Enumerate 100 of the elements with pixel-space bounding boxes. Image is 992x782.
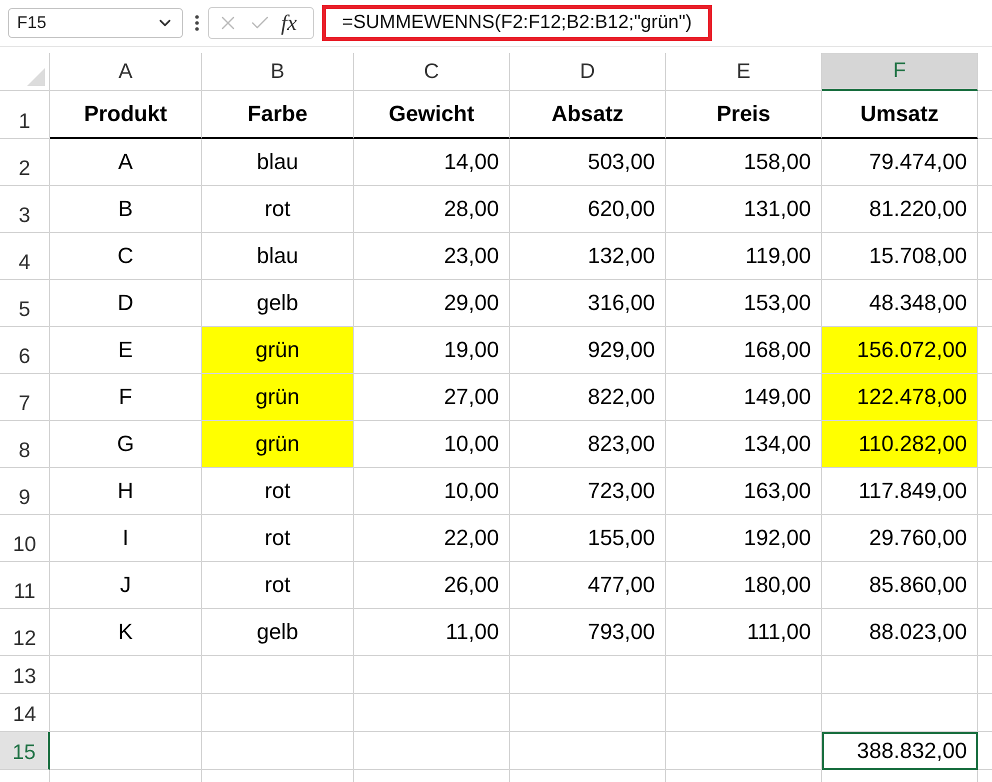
table-cell: 10,00	[354, 421, 510, 468]
table-cell: K	[50, 609, 202, 656]
table-cell: 10,00	[354, 468, 510, 515]
table-cell: 168,00	[666, 327, 822, 374]
table-cell: 153,00	[666, 280, 822, 327]
table-cell: 29,00	[354, 280, 510, 327]
table-cell: 723,00	[510, 468, 666, 515]
row-header[interactable]: 15	[0, 732, 50, 770]
table-cell: 79.474,00	[822, 139, 978, 186]
table-cell: 119,00	[666, 233, 822, 280]
row-header[interactable]: 2	[0, 139, 50, 186]
table-cell: 620,00	[510, 186, 666, 233]
table-cell: 163,00	[666, 468, 822, 515]
table-cell: I	[50, 515, 202, 562]
table-cell: 23,00	[354, 233, 510, 280]
table-cell: B	[50, 186, 202, 233]
column-title-cell: Absatz	[510, 91, 666, 139]
row-header[interactable]: 7	[0, 374, 50, 421]
table-cell: F	[50, 374, 202, 421]
column-title-cell: Preis	[666, 91, 822, 139]
table-cell: 15.708,00	[822, 233, 978, 280]
table-cell: 132,00	[510, 233, 666, 280]
table-cell: 81.220,00	[822, 186, 978, 233]
column-header[interactable]: F	[822, 53, 978, 91]
table-cell: 110.282,00	[822, 421, 978, 468]
table-cell: 503,00	[510, 139, 666, 186]
column-title-cell: Umsatz	[822, 91, 978, 139]
table-cell: blau	[202, 139, 354, 186]
table-cell: rot	[202, 515, 354, 562]
table-cell: rot	[202, 186, 354, 233]
row-header[interactable]: 1	[0, 91, 50, 139]
table-cell: 27,00	[354, 374, 510, 421]
table-cell: gelb	[202, 609, 354, 656]
table-cell: 192,00	[666, 515, 822, 562]
table-cell: blau	[202, 233, 354, 280]
row-header[interactable]: 13	[0, 656, 50, 694]
more-icon[interactable]	[195, 14, 199, 32]
table-cell: 19,00	[354, 327, 510, 374]
table-cell: 14,00	[354, 139, 510, 186]
formula-field[interactable]: =SUMMEWENNS(F2:F12;B2:B12;"grün")	[322, 5, 712, 41]
row-header[interactable]: 14	[0, 694, 50, 732]
table-cell: grün	[202, 421, 354, 468]
table-cell: E	[50, 327, 202, 374]
table-cell: J	[50, 562, 202, 609]
column-header[interactable]: A	[50, 53, 202, 91]
column-title-cell: Farbe	[202, 91, 354, 139]
table-cell: A	[50, 139, 202, 186]
row-header[interactable]: 5	[0, 280, 50, 327]
table-cell: 11,00	[354, 609, 510, 656]
column-header[interactable]: C	[354, 53, 510, 91]
table-cell: 149,00	[666, 374, 822, 421]
table-cell: 477,00	[510, 562, 666, 609]
table-cell: 158,00	[666, 139, 822, 186]
table-cell: 29.760,00	[822, 515, 978, 562]
row-header[interactable]: 4	[0, 233, 50, 280]
table-cell: 134,00	[666, 421, 822, 468]
table-cell: 155,00	[510, 515, 666, 562]
column-header[interactable]: B	[202, 53, 354, 91]
table-cell: 111,00	[666, 609, 822, 656]
insert-function-button[interactable]: fx	[281, 10, 297, 36]
table-cell: H	[50, 468, 202, 515]
row-header[interactable]: 12	[0, 609, 50, 656]
row-header[interactable]: 10	[0, 515, 50, 562]
row-header[interactable]: 9	[0, 468, 50, 515]
table-cell: 156.072,00	[822, 327, 978, 374]
table-cell: grün	[202, 327, 354, 374]
table-cell: rot	[202, 468, 354, 515]
row-header[interactable]: 3	[0, 186, 50, 233]
table-cell: 88.023,00	[822, 609, 978, 656]
table-cell: 26,00	[354, 562, 510, 609]
table-cell: 48.348,00	[822, 280, 978, 327]
table-cell: 85.860,00	[822, 562, 978, 609]
table-cell: 180,00	[666, 562, 822, 609]
table-cell: 388.832,00	[822, 732, 978, 770]
table-cell: 28,00	[354, 186, 510, 233]
table-cell: 117.849,00	[822, 468, 978, 515]
table-cell: 131,00	[666, 186, 822, 233]
table-cell: 316,00	[510, 280, 666, 327]
table-cell: grün	[202, 374, 354, 421]
table-cell: 823,00	[510, 421, 666, 468]
table-cell: 793,00	[510, 609, 666, 656]
column-header[interactable]: D	[510, 53, 666, 91]
table-cell: rot	[202, 562, 354, 609]
row-header[interactable]: 6	[0, 327, 50, 374]
name-box[interactable]: F15	[8, 8, 183, 38]
table-cell: gelb	[202, 280, 354, 327]
row-header[interactable]: 8	[0, 421, 50, 468]
table-cell: 122.478,00	[822, 374, 978, 421]
column-header[interactable]: E	[666, 53, 822, 91]
table-cell: 22,00	[354, 515, 510, 562]
table-cell: C	[50, 233, 202, 280]
table-cell: G	[50, 421, 202, 468]
column-title-cell: Produkt	[50, 91, 202, 139]
column-title-cell: Gewicht	[354, 91, 510, 139]
table-cell: 929,00	[510, 327, 666, 374]
table-cell: D	[50, 280, 202, 327]
triangle-icon	[27, 68, 45, 86]
table-cell: 822,00	[510, 374, 666, 421]
row-header[interactable]: 11	[0, 562, 50, 609]
select-all-corner[interactable]	[0, 53, 50, 91]
